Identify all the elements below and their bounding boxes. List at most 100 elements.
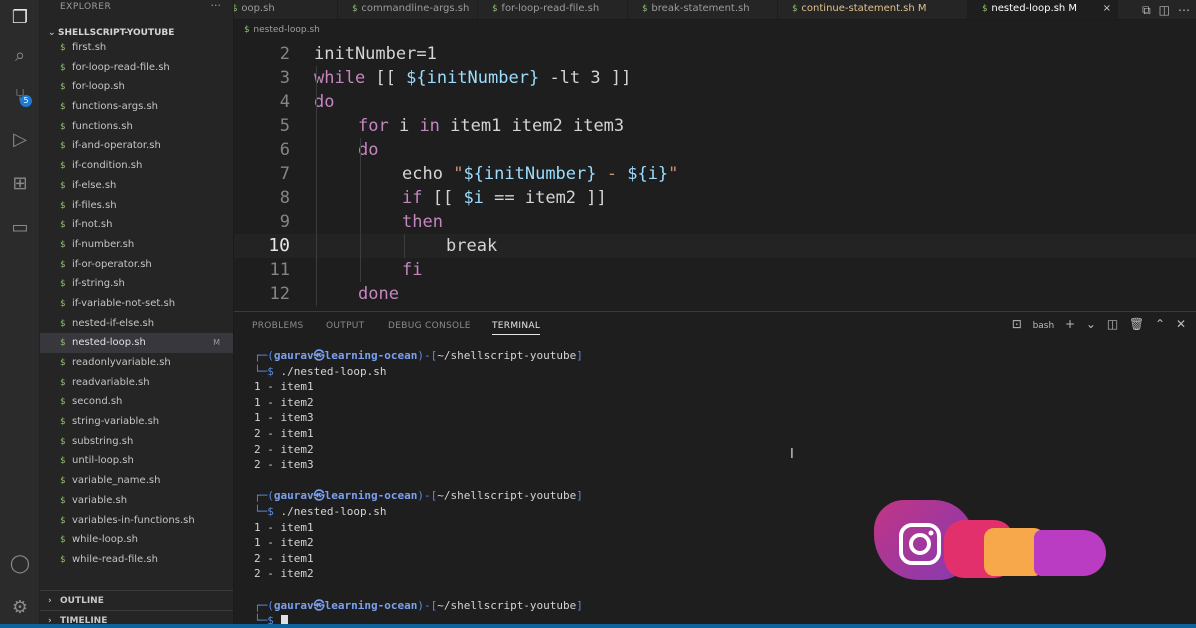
code-line[interactable]: 3 while [[ ${initNumber} -lt 3 ]] bbox=[234, 66, 1196, 90]
split-editor-icon[interactable]: ⧉ bbox=[1142, 3, 1151, 17]
file-item[interactable]: $ if-number.sh bbox=[40, 235, 233, 255]
file-item[interactable]: $ functions-args.sh bbox=[40, 97, 233, 117]
file-item[interactable]: $ if-condition.sh bbox=[40, 156, 233, 176]
search-icon[interactable]: ⌕ bbox=[8, 44, 32, 68]
close-icon[interactable]: × bbox=[1103, 0, 1111, 18]
status-bar bbox=[0, 624, 1196, 628]
file-item[interactable]: $ for-loop-read-file.sh bbox=[40, 58, 233, 78]
file-item[interactable]: $ if-else.sh bbox=[40, 176, 233, 196]
file-item[interactable]: $ if-files.sh bbox=[40, 196, 233, 216]
split-terminal-icon[interactable]: ◫ bbox=[1107, 317, 1118, 331]
manage-gear-icon[interactable]: ⚙ bbox=[8, 596, 32, 620]
file-name: functions.sh bbox=[72, 120, 133, 132]
code-text: fi bbox=[402, 258, 422, 282]
file-item[interactable]: $ while-read-file.sh bbox=[40, 550, 233, 570]
tab-output[interactable]: OUTPUT bbox=[326, 318, 364, 334]
code-token: in bbox=[419, 116, 440, 136]
workspace-folder-label: SHELLSCRIPT-YOUTUBE bbox=[58, 28, 175, 38]
tab-break-statement[interactable]: $ break-statement.sh bbox=[628, 0, 778, 19]
tab-for-loop-read-file[interactable]: $ for-loop-read-file.sh bbox=[478, 0, 628, 19]
file-item[interactable]: $ if-not.sh bbox=[40, 215, 233, 235]
code-line[interactable]: 12 done bbox=[234, 282, 1196, 306]
close-panel-icon[interactable]: ✕ bbox=[1176, 317, 1186, 331]
code-line[interactable]: 5 for i in item1 item2 item3 bbox=[234, 114, 1196, 138]
breadcrumb[interactable]: $ nested-loop.sh bbox=[244, 22, 320, 38]
terminal-output[interactable]: ┌─(gaurav㉿learning-ocean)-[~/shellscript… bbox=[254, 348, 583, 628]
file-item[interactable]: $ if-string.sh bbox=[40, 274, 233, 294]
shell-file-icon: $ bbox=[60, 456, 66, 467]
chevron-down-icon[interactable]: ⌄ bbox=[1086, 317, 1096, 331]
file-item[interactable]: $ variable.sh bbox=[40, 491, 233, 511]
accounts-icon[interactable]: ◯ bbox=[8, 552, 32, 576]
file-item[interactable]: $ string-variable.sh bbox=[40, 412, 233, 432]
file-name: if-number.sh bbox=[72, 238, 135, 250]
shell-file-icon: $ bbox=[60, 279, 66, 290]
shell-file-icon: $ bbox=[60, 436, 66, 447]
code-line[interactable]: 10 break bbox=[234, 234, 1196, 258]
file-list: $ first.sh $ for-loop-read-file.sh $ for-loop… bbox=[40, 38, 233, 570]
file-item[interactable]: $ while-loop.sh bbox=[40, 530, 233, 550]
tab-problems[interactable]: PROBLEMS bbox=[252, 318, 304, 334]
code-line[interactable]: 4 do bbox=[234, 90, 1196, 114]
tab-label: continue-statement.sh M bbox=[801, 3, 927, 14]
trash-icon[interactable]: 🗑 bbox=[1129, 317, 1144, 331]
line-number: 2 bbox=[279, 44, 290, 64]
maximize-panel-icon[interactable]: ⌃ bbox=[1155, 317, 1165, 331]
code-token: for bbox=[358, 116, 389, 136]
shell-file-icon: $ bbox=[982, 4, 988, 14]
outline-section[interactable]: › OUTLINE bbox=[40, 590, 233, 610]
file-item[interactable]: $ nested-loop.sh M bbox=[40, 333, 233, 353]
shell-file-icon: $ bbox=[60, 62, 66, 73]
file-name: second.sh bbox=[72, 396, 123, 408]
file-item[interactable]: $ if-variable-not-set.sh bbox=[40, 294, 233, 314]
layout-icon[interactable]: ◫ bbox=[1159, 3, 1170, 17]
tab-oop[interactable]: $ oop.sh bbox=[234, 0, 338, 19]
file-item[interactable]: $ readonlyvariable.sh bbox=[40, 353, 233, 373]
file-item[interactable]: $ until-loop.sh bbox=[40, 451, 233, 471]
file-item[interactable]: $ functions.sh bbox=[40, 117, 233, 137]
shell-file-icon: $ bbox=[60, 377, 66, 388]
line-number: 9 bbox=[279, 212, 290, 232]
file-item[interactable]: $ variable_name.sh bbox=[40, 471, 233, 491]
code-token: then bbox=[402, 212, 443, 232]
file-item[interactable]: $ nested-if-else.sh bbox=[40, 314, 233, 334]
file-item[interactable]: $ if-or-operator.sh bbox=[40, 255, 233, 275]
code-token: item1 item2 item3 bbox=[439, 116, 625, 136]
tab-commandline-args[interactable]: $ commandline-args.sh bbox=[338, 0, 478, 19]
code-line[interactable]: 9 then bbox=[234, 210, 1196, 234]
file-item[interactable]: $ second.sh bbox=[40, 392, 233, 412]
file-item[interactable]: $ substring.sh bbox=[40, 432, 233, 452]
code-line[interactable]: 2 initNumber=1 bbox=[234, 42, 1196, 66]
more-actions-icon[interactable]: ⋯ bbox=[1178, 3, 1190, 17]
file-item[interactable]: $ first.sh bbox=[40, 38, 233, 58]
new-terminal-icon[interactable]: + bbox=[1065, 317, 1075, 331]
code-line[interactable]: 6 do bbox=[234, 138, 1196, 162]
prompt-dollar: └─$ bbox=[254, 504, 281, 518]
shell-file-icon: $ bbox=[60, 495, 66, 506]
tab-nested-loop[interactable]: $ nested-loop.sh M × bbox=[968, 0, 1118, 19]
run-debug-icon[interactable]: ▷ bbox=[8, 128, 32, 152]
code-token: [[ bbox=[365, 68, 407, 88]
file-item[interactable]: $ if-and-operator.sh bbox=[40, 136, 233, 156]
code-editor[interactable]: 2 initNumber=1 3 while [[ ${initNumber} -lt… bbox=[234, 38, 1196, 308]
terminal-output-line: 2 - item3 bbox=[254, 458, 314, 472]
file-name: if-not.sh bbox=[72, 219, 113, 231]
explorer-more-icon[interactable]: ··· bbox=[211, 0, 222, 12]
file-item[interactable]: $ for-loop.sh bbox=[40, 77, 233, 97]
code-line[interactable]: 7 echo "${initNumber} - ${i}" bbox=[234, 162, 1196, 186]
tab-label: oop.sh bbox=[241, 3, 275, 14]
file-item[interactable]: $ variables-in-functions.sh bbox=[40, 511, 233, 531]
prompt-user: gaurav bbox=[273, 489, 314, 503]
tab-continue-statement[interactable]: $ continue-statement.sh M bbox=[778, 0, 968, 19]
file-item[interactable]: $ readvariable.sh bbox=[40, 373, 233, 393]
shell-label[interactable]: bash bbox=[1033, 321, 1055, 331]
file-name: readvariable.sh bbox=[72, 376, 150, 388]
code-line[interactable]: 8 if [[ $i == item2 ]] bbox=[234, 186, 1196, 210]
explorer-icon[interactable]: ❐ bbox=[8, 6, 32, 30]
remote-explorer-icon[interactable]: ▭ bbox=[8, 216, 32, 240]
tab-debug-console[interactable]: DEBUG CONSOLE bbox=[388, 318, 471, 334]
file-name: if-condition.sh bbox=[72, 160, 143, 172]
extensions-icon[interactable]: ⊞ bbox=[8, 172, 32, 196]
tab-terminal[interactable]: TERMINAL bbox=[492, 318, 541, 335]
code-line[interactable]: 11 fi bbox=[234, 258, 1196, 282]
